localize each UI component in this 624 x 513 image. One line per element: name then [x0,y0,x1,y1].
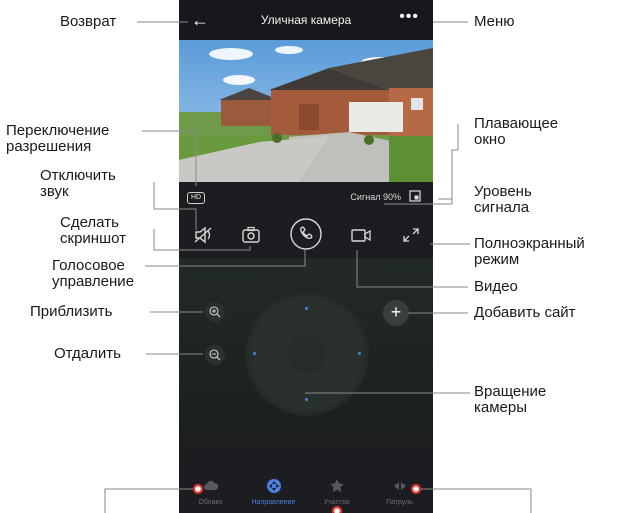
annotation-floating: Плавающее окно [474,116,558,148]
annotation-screenshot: Сделать скриншот [60,215,126,247]
annotation-line: Переключение [6,122,110,139]
annotation-line: окно [474,131,506,148]
annotation-line: управление [52,273,135,290]
annotation-zoom-out: Отдалить [54,345,121,362]
annotation-line: Вращение [474,383,547,400]
annotation-fullscreen: Полноэкранный режим [474,236,585,268]
annotation-line: разрешения [6,138,92,155]
annotation-video: Видео [474,278,518,295]
annotation-resolution: Переключение разрешения [6,123,109,155]
annotation-line: Уровень [474,183,532,200]
annotation-voice: Голосовое управление [52,258,134,290]
annotation-menu: Меню [474,13,515,30]
annotation-rotate: Вращение камеры [474,384,546,416]
annotation-line: камеры [474,399,528,416]
annotation-add-site: Добавить сайт [474,304,576,321]
annotation-line: Плавающее [474,115,559,132]
annotation-line: скриншот [60,230,126,247]
annotation-mute: Отключить звук [40,168,116,200]
annotation-line: сигнала [474,199,530,216]
annotation-line: Сделать [60,214,119,231]
annotation-line: Голосовое [52,257,125,274]
annotation-back: Возврат [60,13,117,30]
annotation-zoom-in: Приблизить [30,303,113,320]
annotation-line: Полноэкранный [474,235,585,252]
annotation-line: Отключить [40,167,116,184]
annotation-line: звук [40,183,69,200]
annotation-line: режим [474,251,520,268]
annotation-signal: Уровень сигнала [474,184,532,216]
